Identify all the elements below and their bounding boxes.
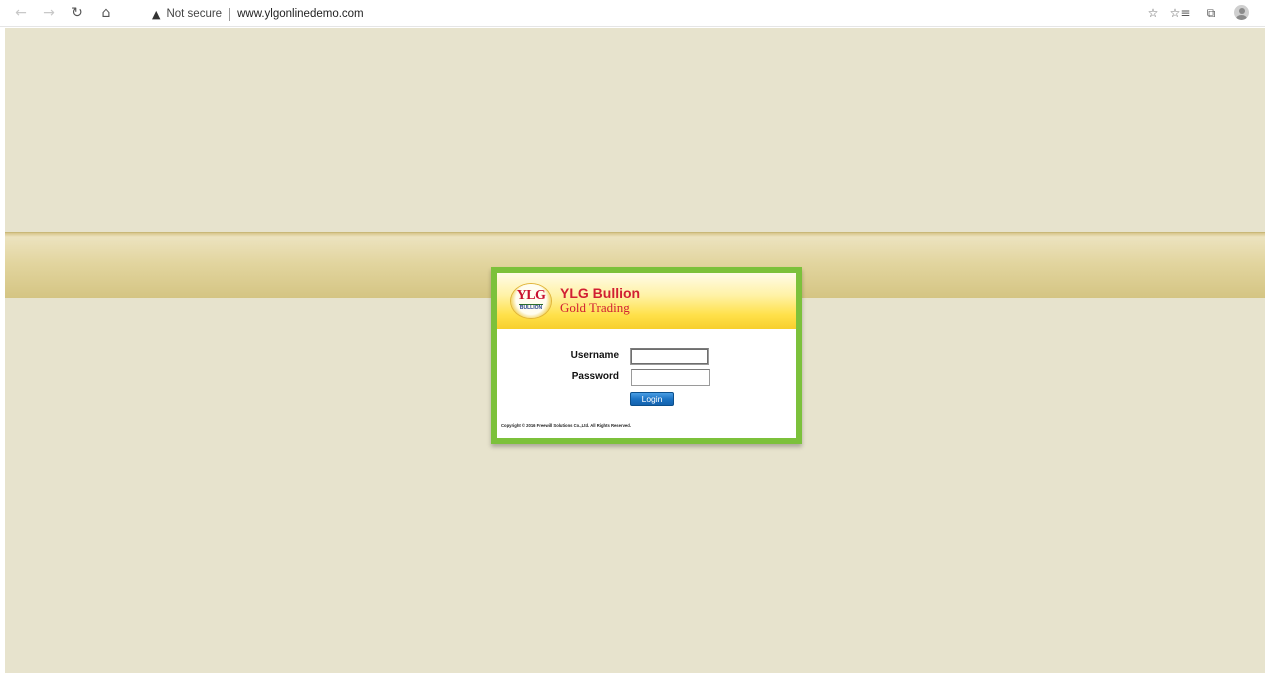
refresh-icon[interactable]: ↻ [68, 4, 86, 22]
collections-icon[interactable]: ⧉ [1202, 4, 1220, 22]
password-label: Password [571, 371, 619, 382]
star-icon[interactable]: ☆ [1144, 4, 1162, 22]
login-panel-inner: YLG BULLION YLG Bullion Gold Trading Use… [497, 273, 796, 438]
brand-subtitle: Gold Trading [560, 300, 630, 315]
security-status[interactable]: Not secure [166, 8, 222, 20]
ylg-logo: YLG BULLION [511, 284, 551, 318]
login-header: YLG BULLION YLG Bullion Gold Trading [497, 273, 796, 329]
warning-triangle-icon[interactable]: ▲ [152, 8, 160, 21]
username-input[interactable] [630, 348, 709, 365]
profile-avatar-icon[interactable] [1234, 5, 1249, 20]
back-arrow-icon[interactable]: ← [12, 4, 30, 22]
page-viewport: YLG BULLION YLG Bullion Gold Trading Use… [5, 28, 1265, 673]
address-separator [229, 7, 231, 21]
url-text[interactable]: www.ylgonlinedemo.com [237, 8, 364, 20]
login-button[interactable]: Login [630, 392, 674, 406]
address-bar[interactable]: ▲ Not secure www.ylgonlinedemo.com [152, 6, 364, 22]
favorites-list-icon[interactable]: ☆≡ [1170, 4, 1191, 22]
forward-arrow-icon[interactable]: → [40, 4, 58, 22]
home-icon[interactable]: ⌂ [97, 4, 115, 22]
username-label: Username [570, 350, 619, 361]
logo-text: YLG [516, 288, 546, 303]
password-input[interactable] [631, 369, 710, 386]
logo-subtext: BULLION [519, 305, 543, 311]
copyright-text: Copyright © 2016 Freewill Solutions Co.,… [501, 423, 631, 428]
browser-toolbar: ← → ↻ ⌂ ▲ Not secure www.ylgonlinedemo.c… [0, 0, 1265, 27]
login-panel: YLG BULLION YLG Bullion Gold Trading Use… [491, 267, 802, 444]
brand-title: YLG Bullion [560, 285, 641, 301]
